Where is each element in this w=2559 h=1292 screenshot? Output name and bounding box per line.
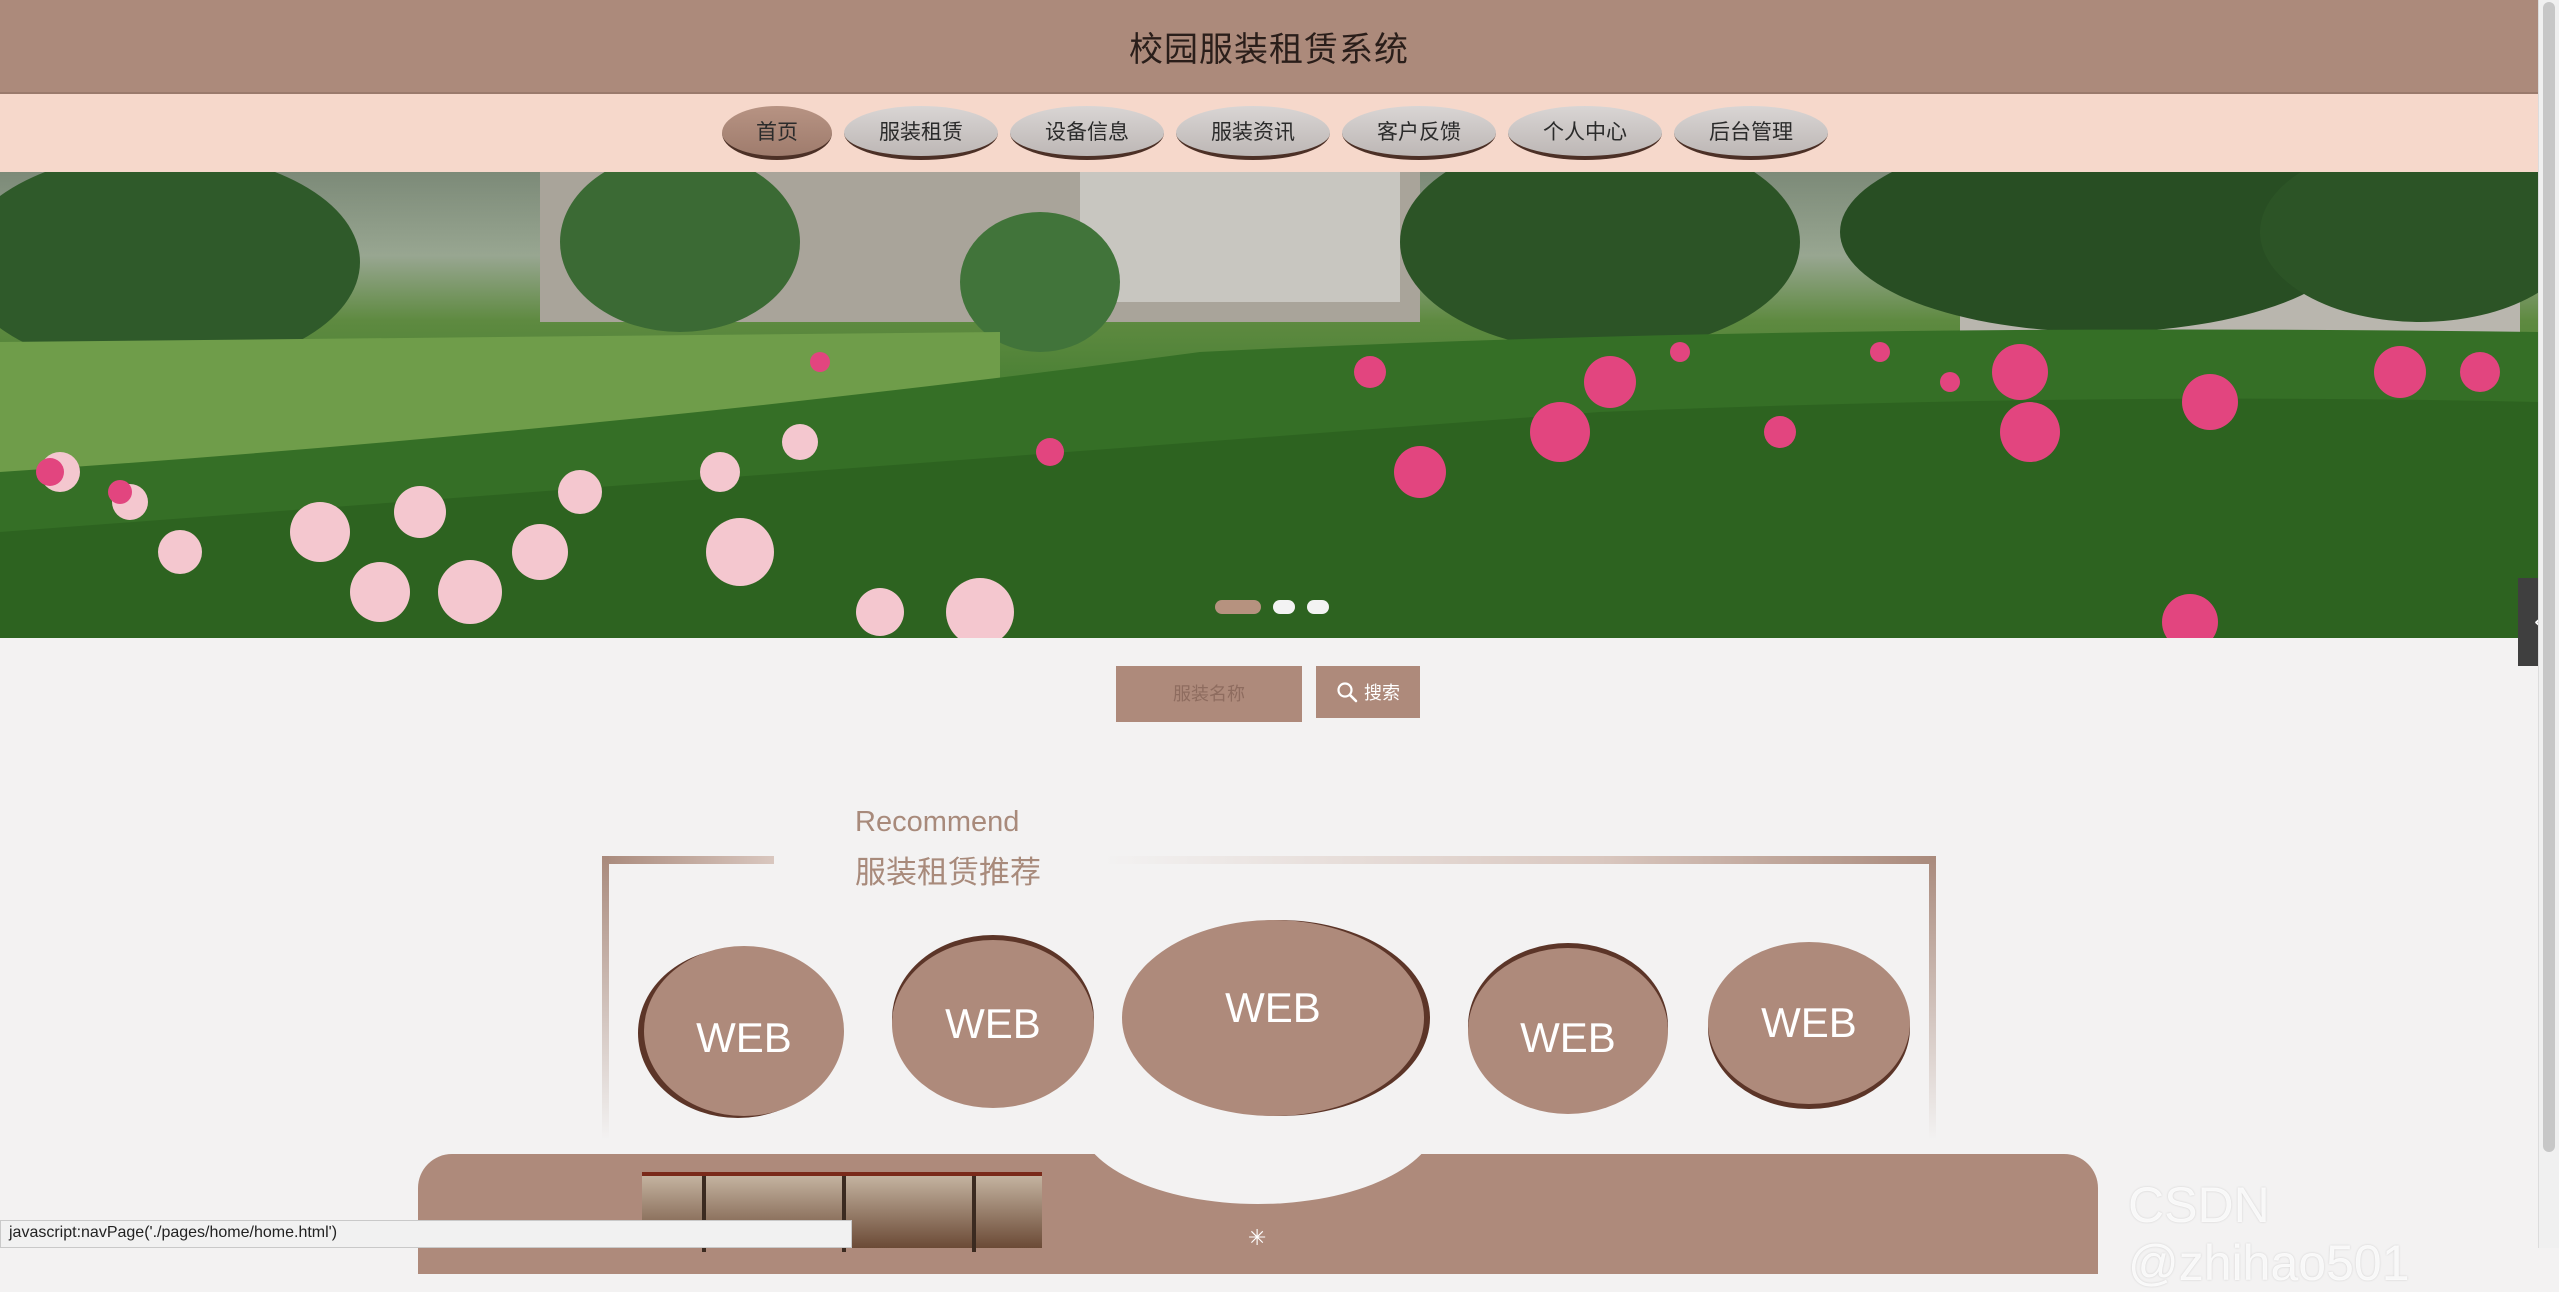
search-icon — [1337, 682, 1358, 703]
site-title: 校园服装租赁系统 — [1129, 29, 1409, 70]
recommend-card[interactable]: WEB — [644, 946, 844, 1116]
carousel-indicators — [1215, 600, 1329, 614]
search-bar: 搜索 — [1116, 666, 1420, 722]
nav-item-customer-feedback[interactable]: 客户反馈 — [1342, 106, 1496, 160]
banner-carousel[interactable] — [0, 172, 2538, 638]
nav-item-clothing-rental[interactable]: 服装租赁 — [844, 106, 998, 160]
site-header: 校园服装租赁系统 — [0, 0, 2538, 94]
scrollbar-thumb[interactable] — [2543, 2, 2555, 1152]
recommend-card[interactable]: WEB — [892, 940, 1094, 1108]
main-nav: 首页 服装租赁 设备信息 服装资讯 客户反馈 个人中心 后台管理 — [0, 94, 2538, 172]
nav-item-equipment-info[interactable]: 设备信息 — [1010, 106, 1164, 160]
search-button[interactable]: 搜索 — [1316, 666, 1420, 718]
carousel-dot-1[interactable] — [1215, 600, 1261, 614]
recommend-card[interactable]: WEB — [1122, 920, 1424, 1116]
browser-status-bar: javascript:navPage('./pages/home/home.ht… — [0, 1220, 852, 1248]
carousel-dot-3[interactable] — [1307, 600, 1329, 614]
nav-item-home[interactable]: 首页 — [722, 106, 832, 160]
clothing-name-search-input[interactable] — [1116, 666, 1302, 722]
loading-icon: ✳ — [1248, 1226, 1267, 1251]
nav-item-clothing-news[interactable]: 服装资讯 — [1176, 106, 1330, 160]
search-button-label: 搜索 — [1364, 683, 1400, 704]
carousel-dot-2[interactable] — [1273, 600, 1295, 614]
banner-image — [0, 172, 2538, 638]
watermark: CSDN @zhihao501 — [2128, 1177, 2410, 1291]
recommend-title-en: Recommend — [855, 806, 1020, 838]
recommend-card[interactable]: WEB — [1708, 942, 1910, 1104]
recommend-card[interactable]: WEB — [1468, 948, 1668, 1114]
nav-item-personal-center[interactable]: 个人中心 — [1508, 106, 1662, 160]
page-scrollbar[interactable] — [2538, 0, 2559, 1248]
nav-item-admin[interactable]: 后台管理 — [1674, 106, 1828, 160]
